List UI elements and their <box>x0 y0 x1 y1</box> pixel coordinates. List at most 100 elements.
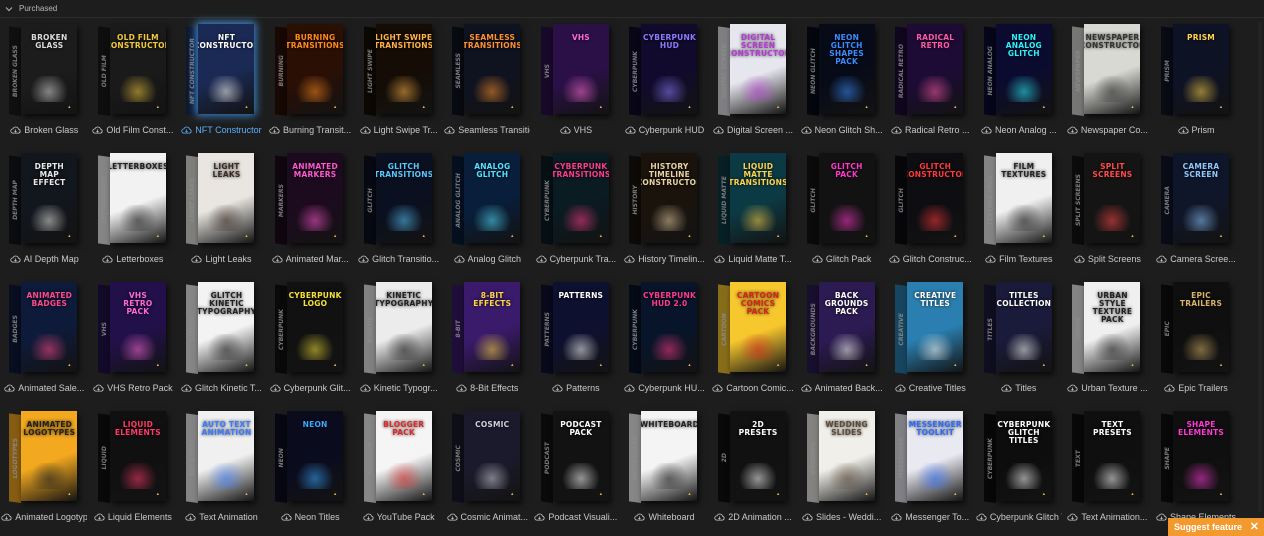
product-label-row[interactable]: Cyberpunk Tra... <box>533 254 619 264</box>
product-label-row[interactable]: VHS <box>533 125 619 135</box>
product-item-creative-titles[interactable]: CREATIVE CREATIVE TITLES ▲ Creative Titles <box>886 278 975 407</box>
product-box-thumbnail[interactable]: CYBERPUNK CYBERPUNK LOGO ▲ <box>275 282 345 376</box>
product-label-row[interactable]: Cosmic Animat... <box>444 512 530 522</box>
product-box-thumbnail[interactable]: RADICAL RETRO RADICAL RETRO ▲ <box>895 24 965 118</box>
product-box-thumbnail[interactable]: BADGES ANIMATED BADGES ▲ <box>9 282 79 376</box>
product-box-thumbnail[interactable]: GLITCH GLITCH TRANSITIONS ▲ <box>363 153 434 247</box>
product-box-thumbnail[interactable]: SEAMLESS SEAMLESS TRANSITIONS ▲ <box>452 24 522 118</box>
product-item-shape-elements[interactable]: SHAPE SHAPE ELEMENTS ▲ Shape Elements <box>1152 407 1241 536</box>
product-box-thumbnail[interactable]: 2D 2D PRESETS ▲ <box>718 411 788 505</box>
product-label-row[interactable]: Animated Back... <box>799 383 885 393</box>
product-box-thumbnail[interactable]: VHS VHS RETRO PACK ▲ <box>97 282 168 376</box>
product-label-row[interactable]: Neon Analog ... <box>976 125 1062 135</box>
product-box-thumbnail[interactable]: LOGOTYPES ANIMATED LOGOTYPES ▲ <box>9 411 79 505</box>
product-item-8-bit-effects[interactable]: 8-BIT 8-BIT EFFECTS ▲ 8-Bit Effects <box>443 278 532 407</box>
product-item-vhs[interactable]: VHS VHS ▲ VHS <box>532 20 621 149</box>
product-item-radical-retro[interactable]: RADICAL RETRO RADICAL RETRO ▲ Radical Retro… <box>886 20 975 149</box>
close-icon[interactable]: ✕ <box>1250 522 1259 533</box>
product-item-glitch-kinetic-t[interactable]: GLITCH GLITCH KINETIC TYPOGRAPHY ▲ Glitch K… <box>177 278 266 407</box>
product-item-cyberpunk-glitch-t[interactable]: CYBERPUNK CYBERPUNK GLITCH TITLES ▲ Cyberpu… <box>975 407 1064 536</box>
suggest-feature-button[interactable]: Suggest feature ✕ <box>1168 518 1264 536</box>
product-item-light-swipe-tr[interactable]: LIGHT SWIPE LIGHT SWIPE TRANSITIONS ▲ Light… <box>354 20 443 149</box>
product-label-row[interactable]: Prism <box>1153 125 1239 135</box>
product-box-thumbnail[interactable]: MARKERS ANIMATED MARKERS ▲ <box>275 153 345 247</box>
product-box-thumbnail[interactable]: OLD FILMOLD FILM CONSTRUCTOR ▲ <box>97 24 168 118</box>
product-box-thumbnail[interactable]: GLITCH GLITCH KINETIC TYPOGRAPHY ▲ <box>186 282 256 376</box>
product-box-thumbnail[interactable]: WHITEBOARD WHITEBOARD ▲ <box>629 411 699 505</box>
product-label-row[interactable]: Film Textures <box>976 254 1062 264</box>
product-item-youtube-pack[interactable]: BLOGGER BLOGGER PACK ▲ YouTube Pack <box>354 407 443 536</box>
product-label-row[interactable]: Cyberpunk HU... <box>621 383 707 393</box>
product-item-analog-glitch[interactable]: ANALOG GLITCH ANALOG GLITCH ▲ Analog Glitch <box>443 149 532 278</box>
product-box-thumbnail[interactable]: NEON ANALOG NEON ANALOG GLITCH ▲ <box>983 24 1054 118</box>
product-box-thumbnail[interactable]: CREATIVE CREATIVE TITLES ▲ <box>895 282 965 376</box>
product-box-thumbnail[interactable]: MESSENGER MESSENGER TOOLKIT ▲ <box>895 411 965 505</box>
product-label-row[interactable]: Liquid Elements <box>90 512 176 522</box>
product-box-thumbnail[interactable]: CYBERPUNK CYBERPUNK HUD ▲ <box>629 24 699 118</box>
scrollbar[interactable] <box>1258 22 1262 512</box>
product-item-podcast-visuali[interactable]: PODCAST PODCAST PACK ▲ Podcast Visuali... <box>532 407 621 536</box>
product-label-row[interactable]: Newspaper Co... <box>1064 125 1150 135</box>
product-label-row[interactable]: Slides - Weddi... <box>799 512 885 522</box>
product-label-row[interactable]: Cyberpunk HUD <box>621 125 707 135</box>
product-item-cyberpunk-hu[interactable]: CYBERPUNK CYBERPUNK HUD 2.0 ▲ Cyberpunk HU.… <box>620 278 709 407</box>
product-label-row[interactable]: 2D Animation ... <box>710 512 796 522</box>
product-label-row[interactable]: Whiteboard <box>621 512 707 522</box>
product-item-liquid-matte-t[interactable]: LIQUID MATTE LIQUID MATTE TRANSITIONS ▲ Liq… <box>709 149 798 278</box>
product-item-glitch-transitio[interactable]: GLITCH GLITCH TRANSITIONS ▲ Glitch Transiti… <box>354 149 443 278</box>
product-item-neon-glitch-sh[interactable]: NEON GLITCH NEON GLITCH SHAPES PACK ▲ Neon … <box>797 20 886 149</box>
product-item-epic-trailers[interactable]: EPIC EPIC TRAILERS ▲ Epic Trailers <box>1152 278 1241 407</box>
product-label-row[interactable]: Cyberpunk Glitch T... <box>976 512 1062 522</box>
product-label-row[interactable]: AI Depth Map <box>1 254 87 264</box>
product-box-thumbnail[interactable]: NFT CONSTRUCTORNFT CONSTRUCTOR ▲ <box>186 24 256 118</box>
product-label-row[interactable]: Urban Texture ... <box>1064 383 1150 393</box>
product-box-thumbnail[interactable]: LETTERBOXES LETTERBOXES ▲ <box>97 153 168 247</box>
chevron-down-icon[interactable] <box>5 4 15 14</box>
product-box-thumbnail[interactable]: LIGHT SWIPE LIGHT SWIPE TRANSITIONS ▲ <box>363 24 434 118</box>
product-box-thumbnail[interactable]: GLITCH GLITCH PACK ▲ <box>806 153 877 247</box>
product-item-camera-scree[interactable]: CAMERA CAMERA SCREEN ▲ Camera Scree... <box>1152 149 1241 278</box>
product-item-titles[interactable]: TITLES TITLES COLLECTION ▲ Titles <box>975 278 1064 407</box>
product-label-row[interactable]: Text Animation... <box>1064 512 1150 522</box>
product-label-row[interactable]: Podcast Visuali... <box>533 512 619 522</box>
product-item-burning-transit[interactable]: BURNING BURNING TRANSITIONS ▲ Burning Trans… <box>266 20 355 149</box>
product-item-slides-weddi[interactable]: WEDDING WEDDING SLIDES ▲ Slides - Weddi... <box>797 407 886 536</box>
product-box-thumbnail[interactable]: LIQUID MATTE LIQUID MATTE TRANSITIONS ▲ <box>718 153 788 247</box>
product-label-row[interactable]: Cyberpunk Glit... <box>267 383 353 393</box>
product-box-thumbnail[interactable]: AUTO TEXT AUTO TEXT ANIMATION ▲ <box>186 411 256 505</box>
product-box-thumbnail[interactable]: GLITCHGLITCH CONSTRUCTOR ▲ <box>895 153 965 247</box>
product-item-text-animation[interactable]: TEXT TEXT PRESETS ▲ Text Animation... <box>1063 407 1152 536</box>
product-box-thumbnail[interactable]: WEDDING WEDDING SLIDES ▲ <box>806 411 877 505</box>
product-item-neon-titles[interactable]: NEON NEON ▲ Neon Titles <box>266 407 355 536</box>
product-label-row[interactable]: Animated Logotypes <box>1 512 87 522</box>
product-box-thumbnail[interactable]: CYBERPUNK CYBERPUNK GLITCH TITLES ▲ <box>983 411 1054 505</box>
product-label-row[interactable]: Animated Sale... <box>1 383 87 393</box>
product-item-glitch-pack[interactable]: GLITCH GLITCH PACK ▲ Glitch Pack <box>797 149 886 278</box>
section-header-purchased[interactable]: Purchased <box>0 0 1264 18</box>
product-item-animated-back[interactable]: BACKGROUNDS BACK GROUNDS PACK ▲ Animated Ba… <box>797 278 886 407</box>
product-label-row[interactable]: Creative Titles <box>887 383 973 393</box>
product-box-thumbnail[interactable]: COSMIC COSMIC ▲ <box>452 411 522 505</box>
product-item-film-textures[interactable]: TEXTURE PACK FILM TEXTURES ▲ Film Textures <box>975 149 1064 278</box>
product-box-thumbnail[interactable]: DEPTH MAP DEPTH MAP EFFECT ▲ <box>9 153 79 247</box>
product-label-row[interactable]: Letterboxes <box>90 254 176 264</box>
product-label-row[interactable]: NFT Constructor <box>178 125 264 135</box>
product-item-whiteboard[interactable]: WHITEBOARD WHITEBOARD ▲ Whiteboard <box>620 407 709 536</box>
product-box-thumbnail[interactable]: SPLIT SCREENS SPLIT SCREENS ▲ <box>1072 153 1142 247</box>
product-item-nft-constructor[interactable]: NFT CONSTRUCTORNFT CONSTRUCTOR ▲ NFT Const… <box>177 20 266 149</box>
product-label-row[interactable]: Text Animation <box>178 512 264 522</box>
product-box-thumbnail[interactable]: BLOGGER BLOGGER PACK ▲ <box>363 411 434 505</box>
product-item-cyberpunk-hud[interactable]: CYBERPUNK CYBERPUNK HUD ▲ Cyberpunk HUD <box>620 20 709 149</box>
product-item-old-film-const[interactable]: OLD FILMOLD FILM CONSTRUCTOR ▲ Old Film Co… <box>89 20 178 149</box>
product-box-thumbnail[interactable]: BURNING BURNING TRANSITIONS ▲ <box>275 24 345 118</box>
product-box-thumbnail[interactable]: TEXT TEXT PRESETS ▲ <box>1072 411 1142 505</box>
product-item-animated-logotypes[interactable]: LOGOTYPES ANIMATED LOGOTYPES ▲ Animated Log… <box>0 407 89 536</box>
product-box-thumbnail[interactable]: ANALOG GLITCH ANALOG GLITCH ▲ <box>452 153 522 247</box>
product-label-row[interactable]: History Timelin... <box>621 254 707 264</box>
product-box-thumbnail[interactable]: CYBERPUNK CYBERPUNK TRANSITIONS ▲ <box>540 153 611 247</box>
product-item-vhs-retro-pack[interactable]: VHS VHS RETRO PACK ▲ VHS Retro Pack <box>89 278 178 407</box>
product-box-thumbnail[interactable]: PODCAST PODCAST PACK ▲ <box>540 411 611 505</box>
product-label-row[interactable]: Radical Retro ... <box>887 125 973 135</box>
product-item-patterns[interactable]: PATTERNS PATTERNS ▲ Patterns <box>532 278 621 407</box>
product-item-cartoon-comic[interactable]: CARTOON CARTOON COMICS PACK ▲ Cartoon Comic… <box>709 278 798 407</box>
